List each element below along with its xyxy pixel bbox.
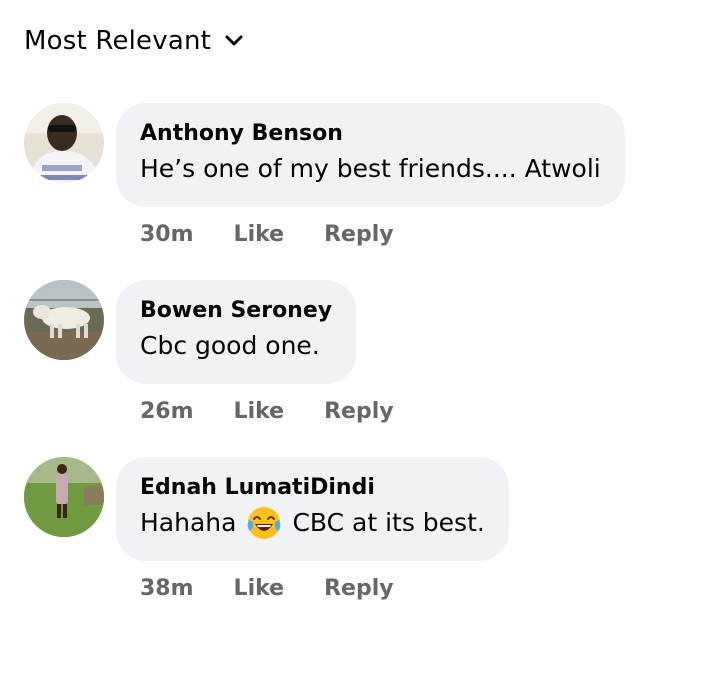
comment-text: He’s one of my best friends.... Atwoli [140, 149, 601, 189]
tears-of-joy-emoji-icon [246, 505, 282, 541]
comment-time: 26m [140, 399, 194, 424]
comment-author[interactable]: Anthony Benson [140, 119, 601, 149]
comment-text-before: Hahaha [140, 508, 237, 537]
comment-bubble: Ednah LumatiDindi Hahaha CBC at its best… [116, 457, 509, 561]
comment-time: 38m [140, 576, 194, 601]
comment-author[interactable]: Ednah LumatiDindi [140, 473, 485, 503]
comment-author[interactable]: Bowen Seroney [140, 296, 332, 326]
sort-label: Most Relevant [24, 26, 212, 56]
avatar[interactable] [24, 103, 104, 183]
comment-actions: 30m Like Reply [140, 222, 394, 247]
reply-link[interactable]: Reply [324, 576, 394, 601]
reply-link[interactable]: Reply [324, 222, 394, 247]
comment-text: Hahaha CBC at its best. [140, 503, 485, 543]
chevron-down-icon [223, 30, 245, 52]
like-link[interactable]: Like [234, 576, 285, 601]
comments-page: Most Relevant Anthony Benson He’s one of… [0, 0, 720, 696]
comment-text-after: CBC at its best. [292, 508, 485, 537]
comment-text-content: He’s one of my best friends.... Atwoli [140, 154, 601, 183]
comment-bubble: Anthony Benson He’s one of my best frien… [116, 103, 625, 207]
like-link[interactable]: Like [234, 399, 285, 424]
avatar[interactable] [24, 280, 104, 360]
sort-dropdown[interactable]: Most Relevant [24, 26, 245, 56]
reply-link[interactable]: Reply [324, 399, 394, 424]
avatar[interactable] [24, 457, 104, 537]
like-link[interactable]: Like [234, 222, 285, 247]
comment-actions: 26m Like Reply [140, 399, 394, 424]
comment-text: Cbc good one. [140, 326, 332, 366]
comment-time: 30m [140, 222, 194, 247]
comment-text-content: Cbc good one. [140, 331, 320, 360]
comment-bubble: Bowen Seroney Cbc good one. [116, 280, 357, 384]
comment-actions: 38m Like Reply [140, 576, 394, 601]
